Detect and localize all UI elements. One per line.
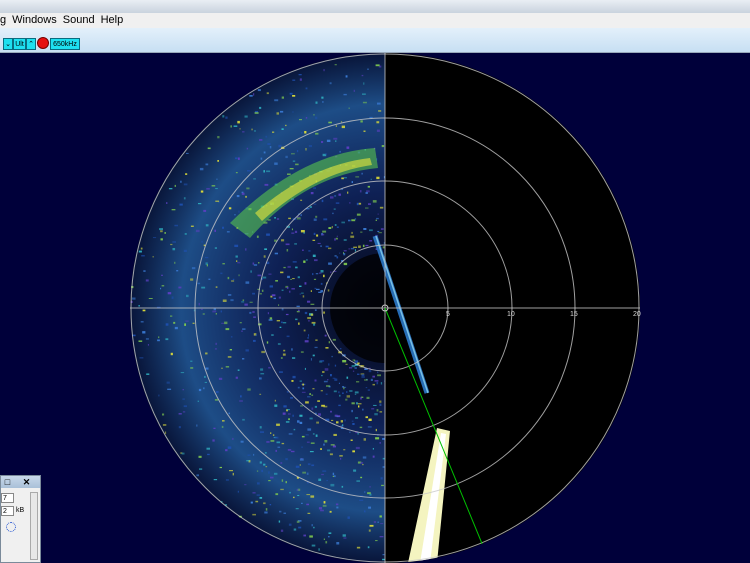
toolbar: ⌄ Ult ⌃ 650kHz — [0, 28, 750, 53]
mini-field-2-unit: kB — [16, 507, 25, 514]
menu-bar: g Windows Sound Help — [0, 13, 750, 28]
range-label-15: 15 — [570, 311, 578, 318]
frequency-button[interactable]: 650kHz — [50, 38, 80, 50]
clock-icon[interactable] — [6, 522, 16, 532]
menu-item-help[interactable]: Help — [101, 13, 130, 28]
close-icon[interactable]: ✕ — [21, 477, 32, 487]
mini-field-1[interactable]: 7 — [1, 493, 14, 503]
range-label-20: 20 — [633, 311, 641, 318]
range-up-button[interactable]: ⌃ — [26, 38, 36, 50]
mini-control-panel: □ ✕ 7 2 kB — [0, 475, 41, 563]
mini-panel-header: □ ✕ — [1, 476, 40, 488]
restore-icon[interactable]: □ — [2, 477, 13, 487]
menu-item-windows[interactable]: Windows — [12, 13, 63, 28]
sonar-display[interactable]: 5 10 15 20 — [0, 53, 750, 563]
record-icon[interactable] — [37, 37, 49, 49]
sonar-plot: 5 10 15 20 — [130, 53, 641, 563]
window-title-bar — [0, 0, 750, 13]
mini-field-2[interactable]: 2 — [1, 506, 14, 516]
mini-panel-scrollbar[interactable] — [30, 492, 38, 560]
mode-button[interactable]: Ult — [13, 38, 26, 50]
range-label-10: 10 — [507, 311, 515, 318]
menu-item-settings[interactable]: g — [0, 13, 12, 28]
menu-item-sound[interactable]: Sound — [63, 13, 101, 28]
range-label-5: 5 — [446, 311, 450, 318]
range-down-button[interactable]: ⌄ — [3, 38, 13, 50]
